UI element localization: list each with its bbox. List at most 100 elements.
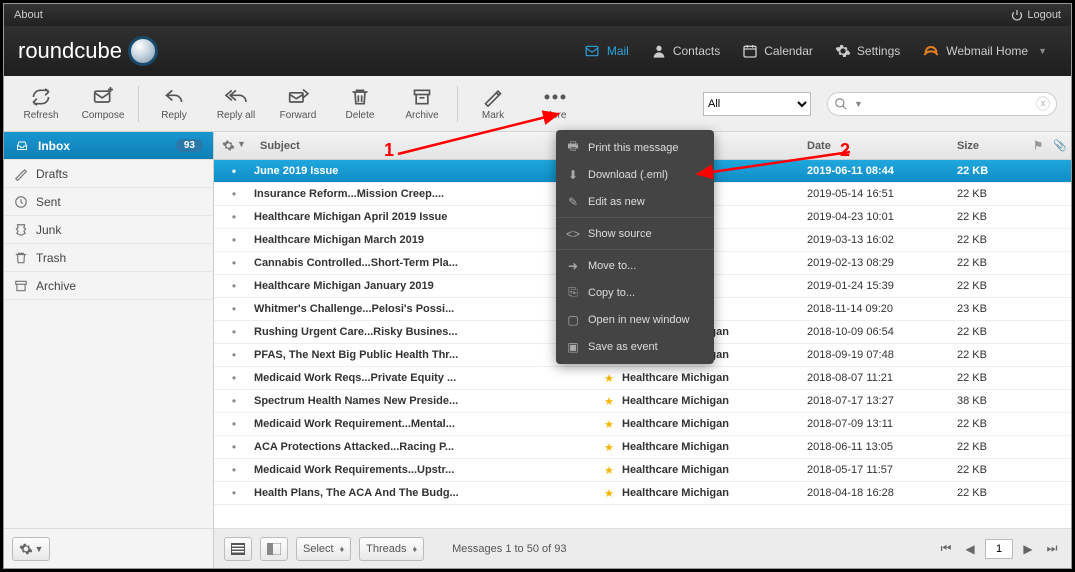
menu-download[interactable]: ⬇Download (.eml) (556, 161, 714, 188)
nav-settings[interactable]: Settings (825, 37, 910, 65)
logout-button[interactable]: Logout (1011, 9, 1061, 21)
search-input[interactable] (869, 98, 1030, 110)
annotation-2: 2 (840, 140, 850, 161)
print-icon: 🖶 (566, 141, 580, 155)
list-icon (231, 543, 245, 555)
message-from: Healthcare Michigan (622, 395, 807, 407)
scope-select[interactable]: All (703, 92, 811, 116)
message-size: 38 KB (957, 395, 1027, 407)
message-date: 2018-07-09 13:11 (807, 418, 957, 430)
folder-archive[interactable]: Archive (4, 272, 213, 300)
menu-source[interactable]: <>Show source (556, 220, 714, 247)
message-subject: Spectrum Health Names New Preside... (254, 395, 596, 407)
message-date: 2018-07-17 13:27 (807, 395, 957, 407)
message-date: 2019-01-24 15:39 (807, 280, 957, 292)
menu-copy[interactable]: ⎘Copy to... (556, 279, 714, 306)
threads-menu[interactable]: Threads♦ (359, 537, 424, 561)
message-size: 22 KB (957, 257, 1027, 269)
column-date[interactable]: Date (807, 140, 957, 152)
column-attachment[interactable]: 📎 (1049, 139, 1071, 152)
star-icon[interactable]: ★ (596, 418, 622, 431)
delete-button[interactable]: Delete (329, 77, 391, 131)
about-link[interactable]: About (14, 9, 43, 21)
message-from: Healthcare Michigan (622, 372, 807, 384)
message-row[interactable]: • Medicaid Work Reqs...Private Equity ..… (214, 367, 1071, 390)
message-row[interactable]: • Medicaid Work Requirement...Mental... … (214, 413, 1071, 436)
page-first-button[interactable]: ⏮ (937, 540, 955, 558)
more-context-menu[interactable]: 🖶Print this message⬇Download (.eml)✎Edit… (556, 130, 714, 364)
reply-all-button[interactable]: Reply all (205, 77, 267, 131)
star-icon[interactable]: ★ (596, 487, 622, 500)
star-icon[interactable]: ★ (596, 395, 622, 408)
message-size: 23 KB (957, 303, 1027, 315)
message-from: Healthcare Michigan (622, 487, 807, 499)
message-subject: Healthcare Michigan January 2019 (254, 280, 596, 292)
message-row[interactable]: • Health Plans, The ACA And The Budg... … (214, 482, 1071, 505)
message-size: 22 KB (957, 280, 1027, 292)
drafts-icon (14, 167, 28, 181)
copy-icon: ⎘ (566, 286, 580, 300)
folder-inbox[interactable]: Inbox93 (4, 132, 213, 160)
message-subject: PFAS, The Next Big Public Health Thr... (254, 349, 596, 361)
column-subject[interactable]: Subject (254, 140, 596, 152)
message-row[interactable]: • ACA Protections Attacked...Racing P...… (214, 436, 1071, 459)
menu-print[interactable]: 🖶Print this message (556, 134, 714, 161)
nav-webmail[interactable]: Webmail Home▼ (912, 37, 1057, 65)
mark-button[interactable]: Mark (462, 77, 524, 131)
folder-drafts[interactable]: Drafts (4, 160, 213, 188)
brand-text: roundcube (18, 38, 122, 64)
message-date: 2018-11-14 09:20 (807, 303, 957, 315)
page-prev-button[interactable]: ◀ (961, 540, 979, 558)
page-last-button[interactable]: ⏭ (1043, 540, 1061, 558)
list-options-button[interactable]: ▼ (214, 139, 254, 152)
search-box[interactable]: ▼ ⓧ (827, 92, 1057, 116)
layout-list-button[interactable] (224, 537, 252, 561)
message-size: 22 KB (957, 165, 1027, 177)
message-subject: ACA Protections Attacked...Racing P... (254, 441, 596, 453)
select-menu[interactable]: Select♦ (296, 537, 351, 561)
inbox-icon (14, 140, 30, 152)
star-icon[interactable]: ★ (596, 441, 622, 454)
mail-icon (583, 44, 601, 58)
archive-icon (14, 279, 28, 293)
menu-edit[interactable]: ✎Edit as new (556, 188, 714, 215)
forward-button[interactable]: Forward (267, 77, 329, 131)
page-number-input[interactable] (985, 539, 1013, 559)
folder-settings-button[interactable]: ▼ (12, 537, 50, 561)
folder-trash[interactable]: Trash (4, 244, 213, 272)
layout-split-button[interactable] (260, 537, 288, 561)
message-size: 22 KB (957, 211, 1027, 223)
menu-move[interactable]: ➜Move to... (556, 252, 714, 279)
folder-sent[interactable]: Sent (4, 188, 213, 216)
menu-open[interactable]: ▢Open in new window (556, 306, 714, 333)
star-icon[interactable]: ★ (596, 372, 622, 385)
message-row[interactable]: • Spectrum Health Names New Preside... ★… (214, 390, 1071, 413)
clear-search-icon[interactable]: ⓧ (1036, 94, 1050, 114)
compose-button[interactable]: Compose (72, 77, 134, 131)
folder-junk[interactable]: Junk (4, 216, 213, 244)
message-size: 22 KB (957, 441, 1027, 453)
message-subject: Cannabis Controlled...Short-Term Pla... (254, 257, 596, 269)
event-icon: ▣ (566, 340, 580, 354)
message-from: Healthcare Michigan (622, 418, 807, 430)
nav-mail[interactable]: Mail (573, 37, 639, 65)
search-dropdown-icon[interactable]: ▼ (854, 99, 863, 109)
reply-button[interactable]: Reply (143, 77, 205, 131)
message-date: 2018-06-11 13:05 (807, 441, 957, 453)
page-next-button[interactable]: ▶ (1019, 540, 1037, 558)
more-button[interactable]: More (524, 77, 586, 131)
column-flag[interactable]: ⚑ (1027, 139, 1049, 152)
menu-event[interactable]: ▣Save as event (556, 333, 714, 360)
nav-calendar[interactable]: Calendar (732, 37, 823, 65)
gear-icon (222, 139, 235, 152)
message-size: 22 KB (957, 326, 1027, 338)
nav-contacts[interactable]: Contacts (641, 37, 730, 65)
column-size[interactable]: Size (957, 140, 1027, 152)
archive-button[interactable]: Archive (391, 77, 453, 131)
refresh-button[interactable]: Refresh (10, 77, 72, 131)
message-date: 2018-09-19 07:48 (807, 349, 957, 361)
message-row[interactable]: • Medicaid Work Requirements...Upstr... … (214, 459, 1071, 482)
star-icon[interactable]: ★ (596, 464, 622, 477)
message-date: 2019-06-11 08:44 (807, 165, 957, 177)
message-date: 2019-03-13 16:02 (807, 234, 957, 246)
